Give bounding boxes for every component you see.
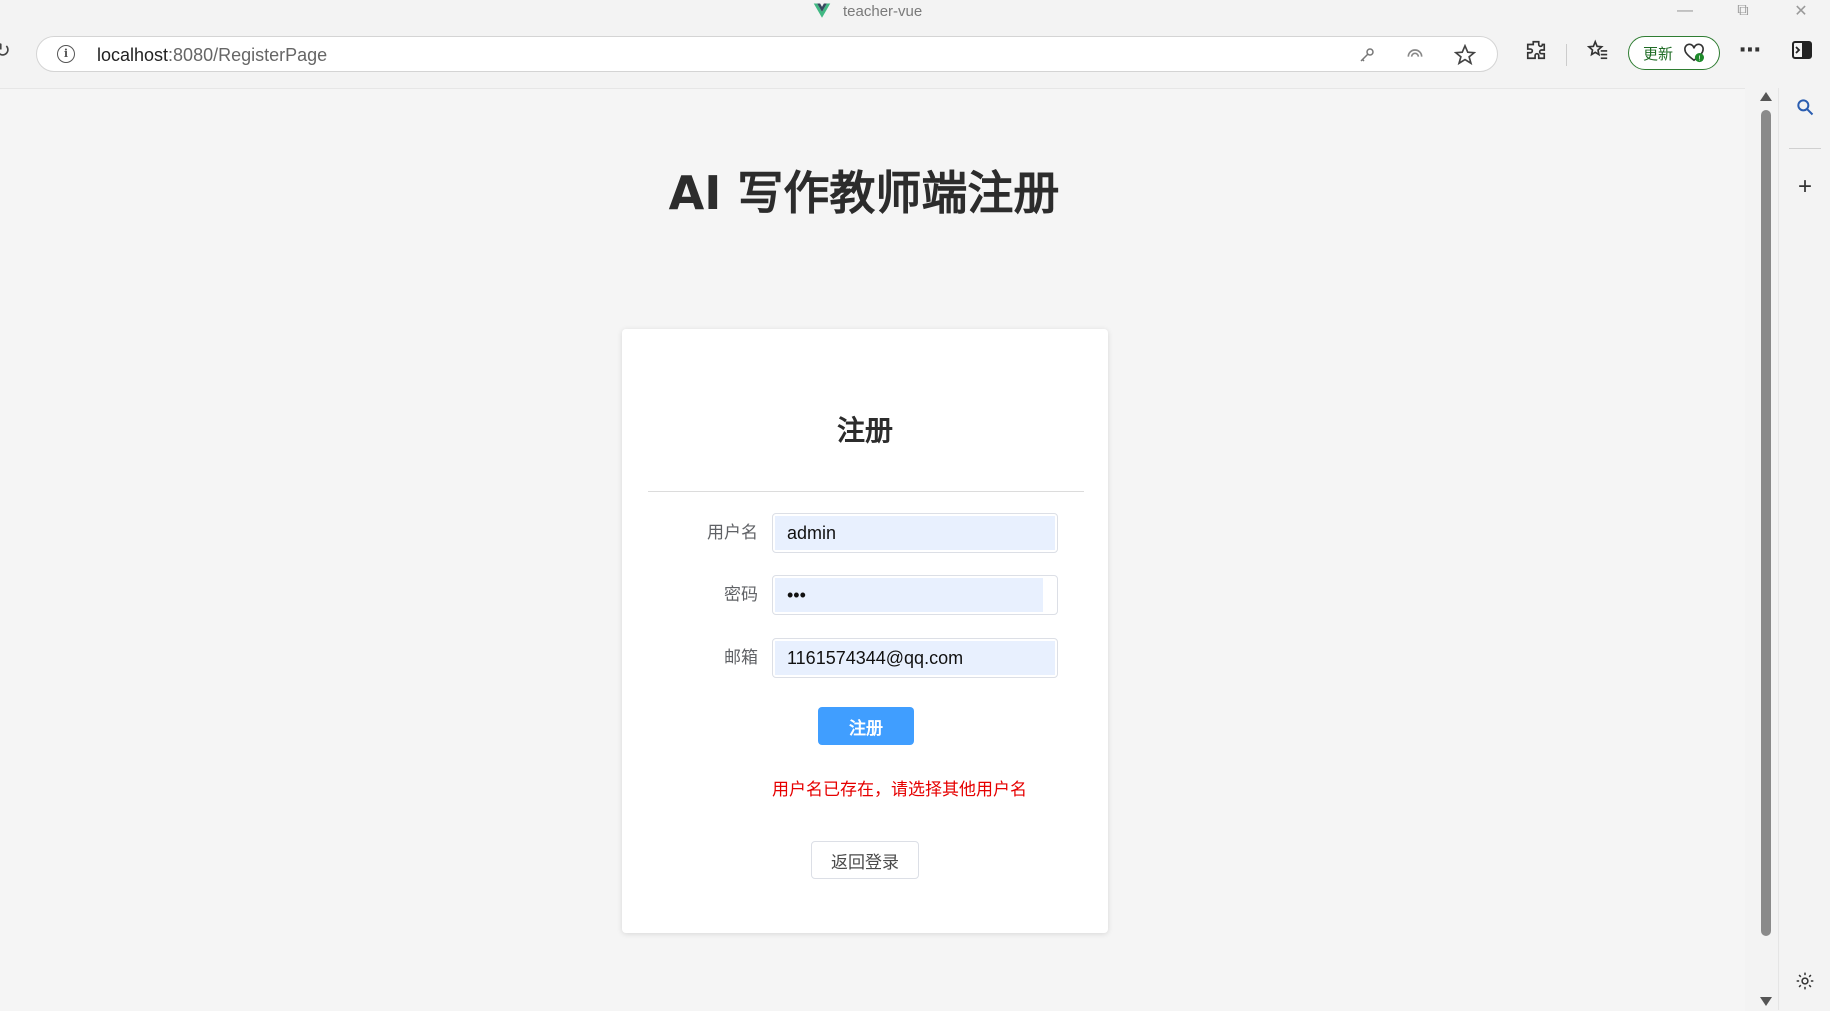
extensions-icon[interactable]: [1522, 36, 1550, 64]
window-controls: — ⧉ ✕: [1656, 0, 1830, 22]
toolbar-separator: [1566, 44, 1567, 66]
favorite-star-icon[interactable]: [1453, 43, 1477, 67]
settings-gear-icon[interactable]: [1792, 968, 1818, 994]
password-field-wrapper: [772, 575, 1058, 615]
reload-icon[interactable]: ↻: [0, 40, 16, 62]
site-info-icon[interactable]: i: [57, 45, 75, 63]
vue-logo-icon: [813, 3, 831, 18]
error-message: 用户名已存在，请选择其他用户名: [772, 780, 1027, 800]
password-row: 密码: [622, 575, 1108, 615]
browser-toolbar: ↻ i localhost:8080/RegisterPage 更新 ! ⋯: [0, 30, 1830, 80]
url-host: localhost: [97, 45, 169, 65]
update-label: 更新: [1642, 45, 1673, 63]
add-icon[interactable]: +: [1792, 173, 1818, 200]
address-bar[interactable]: i localhost:8080/RegisterPage: [36, 36, 1498, 72]
url-path: :8080/RegisterPage: [168, 45, 328, 65]
read-aloud-icon[interactable]: [1403, 43, 1427, 67]
close-icon[interactable]: ✕: [1772, 0, 1830, 22]
scroll-down-arrow-icon[interactable]: [1760, 997, 1772, 1006]
restore-icon[interactable]: ⧉: [1714, 0, 1772, 22]
card-title: 注册: [836, 414, 893, 447]
email-input[interactable]: [775, 641, 1055, 675]
scroll-thumb[interactable]: [1761, 110, 1771, 936]
back-to-login-button[interactable]: 返回登录: [811, 841, 919, 879]
card-divider: [648, 491, 1084, 492]
search-icon[interactable]: [1792, 94, 1818, 120]
page-scrollbar[interactable]: [1756, 88, 1776, 1010]
more-options-icon[interactable]: ⋯: [1736, 36, 1764, 64]
scroll-up-arrow-icon[interactable]: [1760, 92, 1772, 101]
minimize-icon[interactable]: —: [1656, 0, 1714, 22]
url-text[interactable]: localhost:8080/RegisterPage: [97, 45, 327, 66]
email-field-wrapper: [772, 638, 1058, 678]
window-title-group: teacher-vue: [813, 0, 922, 22]
register-card: 注册 用户名 密码 邮箱 注册 用户名已存在，请选择其他用户名 返回登录: [622, 329, 1108, 933]
register-button[interactable]: 注册: [818, 707, 914, 745]
password-input[interactable]: [775, 578, 1043, 612]
page-viewport: AI 写作教师端注册 注册 用户名 密码 邮箱 注册 用户名已存在，请选择其他用…: [0, 88, 1745, 1011]
sidebar-separator: [1789, 148, 1821, 149]
email-row: 邮箱: [622, 638, 1108, 678]
key-icon[interactable]: [1355, 43, 1379, 67]
svg-text:!: !: [1698, 54, 1701, 63]
username-field-wrapper: [772, 513, 1058, 553]
favorites-icon[interactable]: [1584, 36, 1612, 64]
page-title: AI 写作教师端注册: [668, 166, 1060, 220]
email-label: 邮箱: [724, 648, 758, 668]
update-button[interactable]: 更新 !: [1628, 36, 1720, 70]
username-row: 用户名: [622, 513, 1108, 553]
window-title: teacher-vue: [843, 2, 923, 20]
sidebar-toggle-icon[interactable]: [1788, 36, 1816, 64]
username-input[interactable]: [775, 516, 1055, 550]
update-health-icon: !: [1684, 43, 1704, 63]
browser-sidebar: +: [1778, 88, 1830, 1010]
password-label: 密码: [724, 585, 758, 605]
window-title-bar: teacher-vue — ⧉ ✕: [0, 0, 1830, 30]
username-label: 用户名: [707, 523, 758, 543]
